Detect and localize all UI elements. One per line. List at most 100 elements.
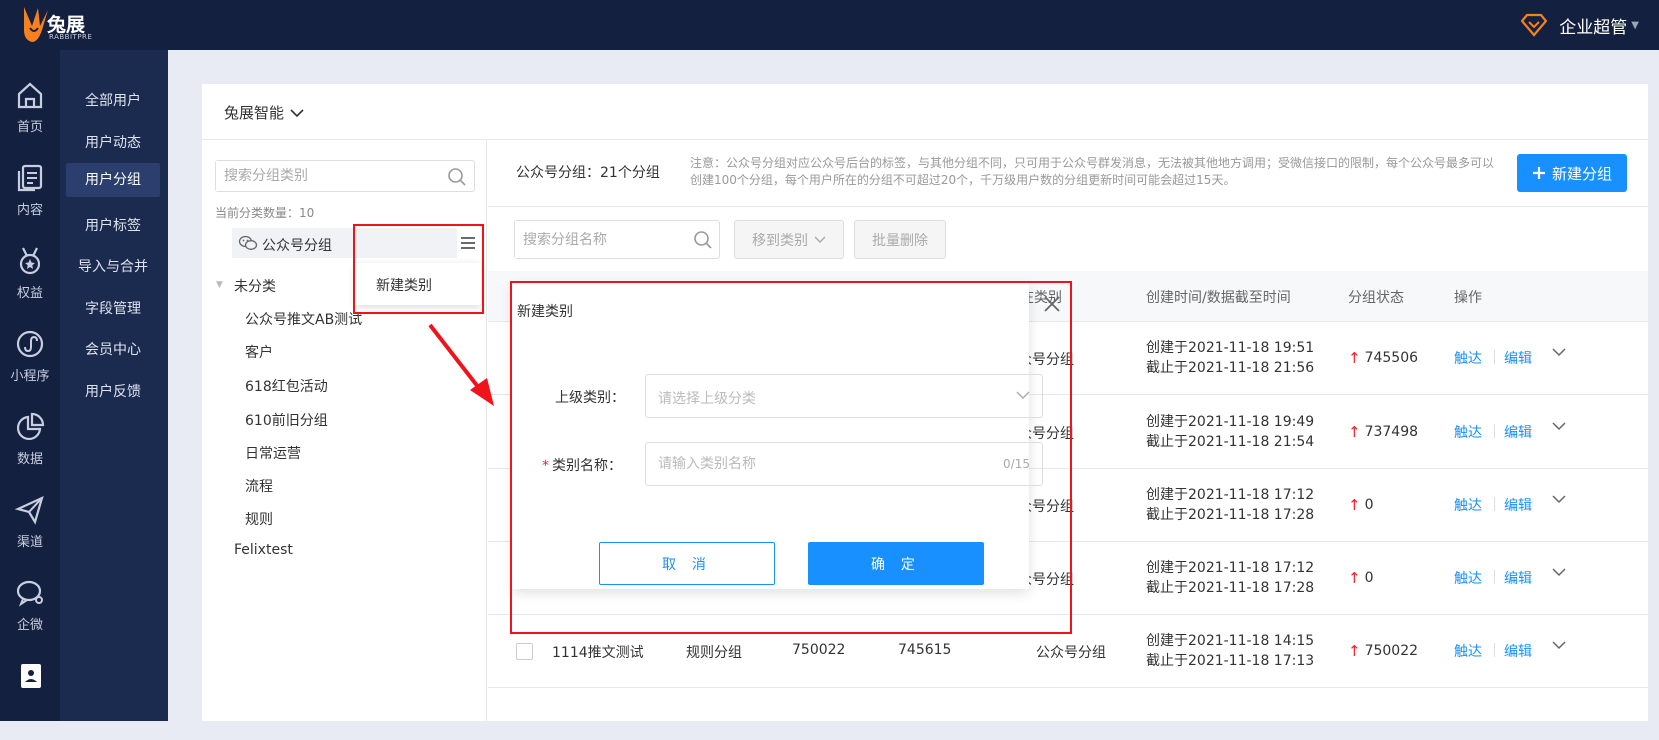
category-name-label: * 类别名称： (542, 458, 622, 474)
group-search-input[interactable] (515, 221, 685, 258)
reach-link[interactable]: 触达 (1454, 568, 1482, 588)
content-icon (17, 164, 43, 192)
move-label: 移到类别 (752, 232, 808, 249)
medal-icon (19, 247, 41, 275)
tree-item-uncategorized[interactable]: 未分类 (234, 276, 276, 296)
edit-link[interactable]: 编辑 (1504, 348, 1532, 368)
batch-delete-label: 批量删除 (872, 232, 928, 249)
chevron-down-icon[interactable] (1552, 494, 1566, 504)
search-icon[interactable] (447, 167, 467, 187)
subnav-user-tags[interactable]: 用户标签 (66, 209, 160, 243)
subnav-user-groups[interactable]: 用户分组 (66, 163, 160, 197)
created-time: 创建于2021-11-18 17:12 (1146, 487, 1315, 503)
contact-card-icon (21, 664, 41, 688)
tree-item-child[interactable]: 610前旧分组 (245, 410, 328, 430)
tree-item-child[interactable]: 流程 (245, 476, 273, 496)
nav-mini-program[interactable]: 小程序 (0, 329, 60, 409)
secondary-nav: 全部用户 用户动态 用户分组 用户标签 导入与合并 字段管理 会员中心 用户反馈 (60, 50, 168, 721)
category-count: 当前分类数量：10 (215, 206, 315, 220)
new-group-button[interactable]: 新建分组 (1517, 154, 1627, 192)
cancel-button[interactable]: 取 消 (599, 542, 775, 585)
reach-link[interactable]: 触达 (1454, 641, 1482, 661)
close-icon[interactable] (1042, 294, 1062, 314)
nav-mini-program-label: 小程序 (10, 369, 50, 384)
row-checkbox[interactable] (516, 643, 533, 660)
edit-link[interactable]: 编辑 (1504, 641, 1532, 661)
nav-rights[interactable]: 权益 (0, 246, 60, 326)
chevron-down-icon (814, 236, 826, 243)
tree-item-child[interactable]: 客户 (245, 342, 273, 362)
until-time: 截止于2021-11-18 17:28 (1146, 507, 1315, 523)
user-menu[interactable]: 企业超管 ▼ (1521, 10, 1639, 40)
row-status: ↑ 0 (1348, 496, 1374, 514)
arrow-up-icon: ↑ (1348, 423, 1361, 441)
op-divider (1494, 497, 1495, 511)
nav-more[interactable] (0, 660, 60, 740)
org-selector[interactable]: 兔展智能 (224, 102, 304, 123)
created-time: 创建于2021-11-18 19:51 (1146, 340, 1315, 356)
nav-rights-label: 权益 (16, 286, 43, 301)
edit-link[interactable]: 编辑 (1504, 495, 1532, 515)
chevron-down-icon[interactable] (1552, 640, 1566, 650)
reach-link[interactable]: 触达 (1454, 422, 1482, 442)
nav-channel-label: 渠道 (16, 535, 43, 550)
parent-category-select[interactable]: 请选择上级分类 (645, 374, 1043, 418)
mini-program-icon (16, 330, 44, 358)
notice-text: 注意：公众号分组对应公众号后台的标签，与其他分组不同，只可用于公众号群发消息，无… (690, 156, 1495, 187)
nav-channel[interactable]: 渠道 (0, 495, 60, 575)
nav-data[interactable]: 数据 (0, 412, 60, 492)
char-counter: 0/15 (1003, 457, 1030, 471)
nav-content[interactable]: 内容 (0, 163, 60, 243)
nav-home[interactable]: 首页 (0, 80, 60, 160)
category-name-input[interactable] (646, 443, 976, 485)
chevron-down-icon[interactable] (1552, 567, 1566, 577)
category-search (215, 160, 475, 192)
row-status: ↑ 737498 (1348, 423, 1418, 441)
move-to-category-button[interactable]: 移到类别 (734, 220, 844, 259)
search-icon[interactable] (693, 230, 713, 250)
group-search (514, 220, 720, 259)
user-role: 企业超管 (1559, 17, 1628, 38)
scrollbar[interactable] (1651, 50, 1659, 721)
tree-item-child[interactable]: 日常运营 (245, 443, 301, 463)
subnav-import-merge[interactable]: 导入与合并 (66, 250, 160, 284)
row-time: 创建于2021-11-18 19:49 截止于2021-11-18 21:54 (1146, 412, 1314, 452)
arrow-up-icon: ↑ (1348, 349, 1361, 367)
row-status: ↑ 745506 (1348, 349, 1418, 367)
nav-home-label: 首页 (16, 120, 43, 135)
row-status: ↑ 750022 (1348, 642, 1418, 660)
row-name[interactable]: 1114推文测试 (552, 642, 644, 662)
nav-wecom[interactable]: 企微 (0, 578, 60, 658)
reach-link[interactable]: 触达 (1454, 495, 1482, 515)
created-time: 创建于2021-11-18 17:12 (1146, 560, 1315, 576)
dialog-title: 新建类别 (517, 304, 573, 320)
diamond-icon (1521, 13, 1548, 37)
edit-link[interactable]: 编辑 (1504, 568, 1532, 588)
subnav-all-users[interactable]: 全部用户 (66, 84, 160, 118)
annotation-box (353, 224, 484, 314)
edit-link[interactable]: 编辑 (1504, 422, 1532, 442)
tree-item-label: 公众号分组 (262, 238, 332, 254)
subnav-user-activity[interactable]: 用户动态 (66, 126, 160, 160)
chevron-down-icon[interactable] (1552, 421, 1566, 431)
confirm-button[interactable]: 确 定 (808, 542, 984, 585)
reach-link[interactable]: 触达 (1454, 348, 1482, 368)
created-time: 创建于2021-11-18 19:49 (1146, 414, 1315, 430)
tree-item-child[interactable]: 规则 (245, 509, 273, 529)
subnav-member-center[interactable]: 会员中心 (66, 333, 160, 367)
subnav-user-feedback[interactable]: 用户反馈 (66, 375, 160, 409)
caret-down-icon[interactable]: ▼ (216, 280, 223, 290)
subnav-field-management[interactable]: 字段管理 (66, 292, 160, 326)
batch-delete-button[interactable]: 批量删除 (854, 220, 946, 259)
row-time: 创建于2021-11-18 17:12 截止于2021-11-18 17:28 (1146, 558, 1314, 598)
chevron-down-icon[interactable] (1552, 347, 1566, 357)
until-time: 截止于2021-11-18 21:56 (1146, 360, 1315, 376)
category-search-input[interactable] (216, 161, 436, 191)
home-icon (17, 82, 43, 109)
row-time: 创建于2021-11-18 19:51 截止于2021-11-18 21:56 (1146, 338, 1314, 378)
tree-item-felixtest[interactable]: Felixtest (234, 542, 293, 558)
tree-item-child[interactable]: 公众号推文AB测试 (245, 309, 362, 329)
tree-item-child[interactable]: 618红包活动 (245, 376, 328, 396)
status-value: 0 (1364, 570, 1374, 586)
primary-nav: 首页 内容 权益 小程序 数据 渠道 企微 (0, 50, 60, 721)
